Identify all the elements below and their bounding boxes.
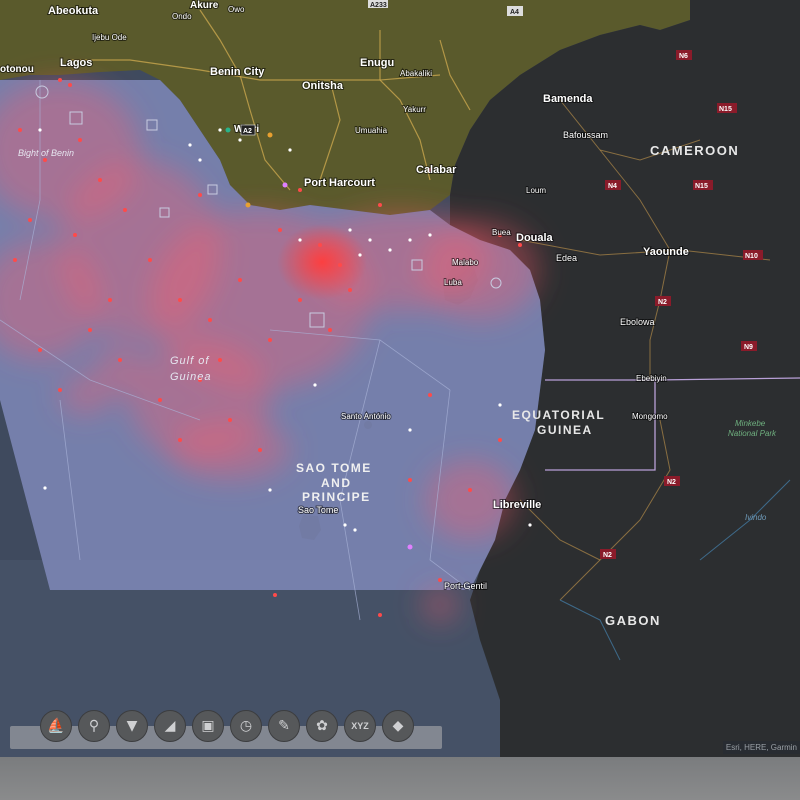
measure-tool[interactable]: ✎ (268, 710, 300, 742)
map-attribution: Esri, HERE, Garmin (722, 741, 800, 754)
image-layer-icon: ▣ (201, 718, 215, 734)
label-enugu: Enugu (360, 57, 394, 69)
label-minkebe-1: Minkebe (735, 419, 766, 428)
label-equatorial-guinea-1: EQUATORIAL (512, 408, 605, 422)
heatmap-hotspot (277, 224, 367, 300)
label-libreville: Libreville (493, 499, 541, 511)
label-santo-antonio: Santo António (341, 412, 391, 421)
mapping-icon: ⛵ (47, 718, 65, 734)
map-canvas[interactable]: Abeokuta Ondo Akure Owo otonou Ijebu Ode… (0, 0, 800, 800)
svg-text:N9: N9 (744, 344, 753, 351)
xyz-icon: XYZ (351, 721, 369, 731)
shield-n2a: N2 (655, 296, 671, 306)
label-port-gentil: Port-Gentil (444, 581, 487, 591)
svg-text:N4: N4 (608, 183, 617, 190)
label-otonou: otonou (0, 64, 34, 75)
label-equatorial-guinea-2: GUINEA (537, 423, 593, 437)
basemap-tool[interactable]: ⛵ (40, 710, 72, 742)
label-sao-tome-principe-3: PRINCIPE (302, 490, 371, 504)
label-abeokuta: Abeokuta (48, 5, 99, 17)
clock-icon: ◷ (239, 718, 253, 734)
label-loum: Loum (526, 186, 546, 195)
label-yaounde: Yaounde (643, 246, 689, 258)
svg-text:N2: N2 (667, 479, 676, 486)
location-tool[interactable]: ⚲ (78, 710, 110, 742)
label-onitsha: Onitsha (302, 80, 344, 92)
filter-icon: ▼ (126, 718, 138, 734)
label-malabo: Malabo (452, 258, 479, 267)
label-ebolowa: Ebolowa (620, 317, 655, 327)
label-umuahia: Umuahia (355, 126, 388, 135)
coordinates-tool[interactable]: XYZ (344, 710, 376, 742)
palette-icon: ✿ (316, 718, 328, 734)
shield-n4: N4 (605, 180, 621, 190)
shield-n10: N10 (743, 250, 763, 260)
pin-icon: ⚲ (88, 718, 100, 734)
svg-text:N6: N6 (679, 53, 688, 60)
svg-text:A4: A4 (510, 9, 519, 16)
shield-n9: N9 (741, 341, 757, 351)
label-douala: Douala (516, 232, 554, 244)
label-gulf-of-guinea-1: Gulf of (170, 355, 209, 367)
ruler-icon: ✎ (278, 718, 290, 734)
shield-n15b: N15 (693, 180, 713, 190)
label-akure: Akure (190, 0, 219, 11)
label-buea: Buea (492, 228, 511, 237)
shield-a2: A2 (240, 124, 256, 136)
map-view[interactable]: Abeokuta Ondo Akure Owo otonou Ijebu Ode… (0, 0, 800, 800)
label-minkebe-2: National Park (728, 429, 777, 438)
label-bamenda: Bamenda (543, 93, 593, 105)
style-tool[interactable]: ✿ (306, 710, 338, 742)
layer-stack-icon: ◆ (392, 718, 404, 734)
shield-n6: N6 (676, 50, 692, 60)
bottom-bar (0, 757, 800, 800)
label-ebebiyin: Ebebiyin (636, 374, 667, 383)
draw-tool[interactable]: ◢ (154, 710, 186, 742)
label-gabon: GABON (605, 613, 661, 628)
label-calabar: Calabar (416, 164, 457, 176)
label-bafoussam: Bafoussam (563, 130, 608, 140)
shield-n2c: N2 (600, 549, 616, 559)
label-edea: Edea (556, 253, 577, 263)
label-ijebu-ode: Ijebu Ode (92, 33, 127, 42)
triangle-icon: ◢ (164, 718, 176, 734)
label-owo: Owo (228, 5, 245, 14)
layers-tool[interactable]: ▣ (192, 710, 224, 742)
label-lagos: Lagos (60, 57, 92, 69)
shield-a4: A4 (507, 6, 523, 16)
label-ondo: Ondo (172, 12, 192, 21)
label-mongomo: Mongomo (632, 412, 668, 421)
shield-n2b: N2 (664, 476, 680, 486)
label-abakaliki: Abakaliki (400, 69, 432, 78)
label-ivindo: Ivindo (745, 513, 767, 522)
label-sao-tome-principe-2: AND (321, 476, 352, 490)
svg-text:N10: N10 (745, 253, 758, 260)
svg-text:N2: N2 (658, 299, 667, 306)
stack-tool[interactable]: ◆ (382, 710, 414, 742)
label-sao-tome-principe-1: SAO TOME (296, 461, 372, 475)
label-gulf-of-guinea-2: Guinea (170, 371, 211, 383)
label-bight-of-benin: Bight of Benin (18, 148, 74, 158)
label-cameroon: CAMEROON (650, 143, 739, 158)
label-port-harcourt: Port Harcourt (304, 177, 375, 189)
map-toolbar (10, 726, 442, 749)
label-benin-city: Benin City (210, 66, 265, 78)
svg-text:N15: N15 (695, 183, 708, 190)
time-tool[interactable]: ◷ (230, 710, 262, 742)
label-sao-tome: Sao Tome (298, 505, 338, 515)
label-yakurr: Yakurr (403, 105, 426, 114)
svg-text:A233: A233 (370, 2, 387, 9)
shield-a233: A233 (368, 0, 388, 9)
shield-n15a: N15 (717, 103, 737, 113)
label-luba: Luba (444, 278, 462, 287)
svg-text:N2: N2 (603, 552, 612, 559)
svg-text:A2: A2 (243, 128, 252, 135)
filter-tool[interactable]: ▼ (116, 710, 148, 742)
svg-text:N15: N15 (719, 106, 732, 113)
